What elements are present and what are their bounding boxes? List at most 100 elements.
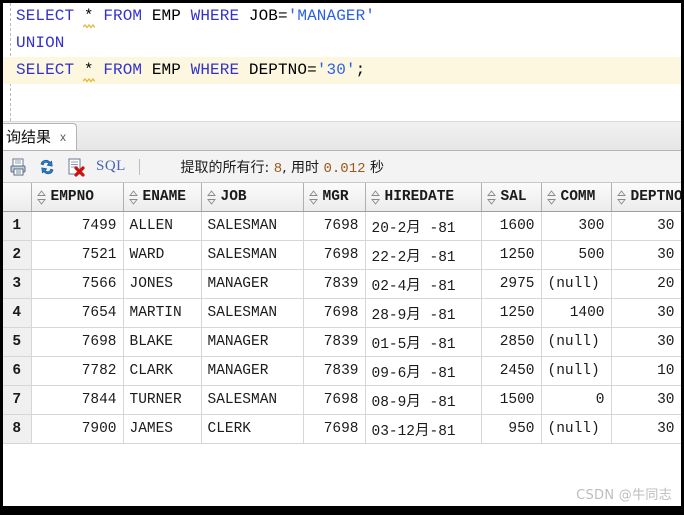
table-row[interactable]: 5 7698 BLAKE MANAGER 7839 01-5月 -81 2850 (null)… [3,327,681,357]
cell-mgr[interactable]: 7839 [303,269,366,299]
row-number[interactable]: 3 [3,269,32,299]
tab-query-result[interactable]: 询结果 x [3,123,78,150]
cell-empno[interactable]: 7900 [31,414,124,444]
table-row[interactable]: 7 7844 TURNER SALESMAN 7698 08-9月 -81 1500 0 30 [3,385,681,415]
cell-sal[interactable]: 950 [481,414,542,444]
row-number[interactable]: 2 [3,240,32,270]
row-number[interactable]: 4 [3,298,32,328]
column-header-hiredate[interactable]: HIREDATE [365,183,482,212]
cell-sal[interactable]: 2975 [481,269,542,299]
cell-comm[interactable]: 500 [541,240,612,270]
cell-hiredate[interactable]: 22-2月 -81 [365,240,482,270]
cell-comm[interactable]: (null) [541,356,612,386]
cell-hiredate[interactable]: 28-9月 -81 [365,298,482,328]
row-number[interactable]: 8 [3,414,32,444]
cell-sal[interactable]: 1600 [481,211,542,241]
column-header-deptno[interactable]: DEPTNO [611,183,681,212]
cell-ename[interactable]: TURNER [123,385,202,415]
column-header-job[interactable]: JOB [201,183,304,212]
cell-deptno[interactable]: 30 [611,414,681,444]
column-header-sal[interactable]: SAL [481,183,542,212]
cell-comm[interactable]: (null) [541,414,612,444]
cell-deptno[interactable]: 10 [611,356,681,386]
cell-job[interactable]: SALESMAN [201,298,304,328]
row-number[interactable]: 5 [3,327,32,357]
code-line[interactable] [3,84,681,111]
cell-hiredate[interactable]: 08-9月 -81 [365,385,482,415]
cell-deptno[interactable]: 30 [611,298,681,328]
result-grid-container[interactable]: EMPNO ENAME JOB MGR HIREDATE SAL COMM DEPTNO 17… [3,183,681,471]
result-grid-body[interactable]: 1 7499 ALLEN SALESMAN 7698 20-2月 -81 1600 300 30… [3,211,681,444]
close-icon[interactable]: x [60,131,66,143]
cell-mgr[interactable]: 7839 [303,356,366,386]
cell-comm[interactable]: (null) [541,269,612,299]
cell-ename[interactable]: JAMES [123,414,202,444]
cell-hiredate[interactable]: 03-12月-81 [365,414,482,444]
column-header-mgr[interactable]: MGR [303,183,366,212]
cell-empno[interactable]: 7698 [31,327,124,357]
cell-sal[interactable]: 1250 [481,298,542,328]
cell-empno[interactable]: 7499 [31,211,124,241]
cell-empno[interactable]: 7844 [31,385,124,415]
refresh-icon[interactable] [36,156,58,178]
column-header-empno[interactable]: EMPNO [31,183,124,212]
cell-comm[interactable]: 0 [541,385,612,415]
cell-empno[interactable]: 7521 [31,240,124,270]
cell-mgr[interactable]: 7698 [303,211,366,241]
table-row[interactable]: 4 7654 MARTIN SALESMAN 7698 28-9月 -81 1250 1400… [3,298,681,328]
column-header-comm[interactable]: COMM [541,183,612,212]
cell-empno[interactable]: 7566 [31,269,124,299]
cell-ename[interactable]: WARD [123,240,202,270]
cell-mgr[interactable]: 7698 [303,414,366,444]
cell-job[interactable]: SALESMAN [201,240,304,270]
cell-comm[interactable]: (null) [541,327,612,357]
cell-hiredate[interactable]: 02-4月 -81 [365,269,482,299]
cell-job[interactable]: MANAGER [201,269,304,299]
cell-job[interactable]: MANAGER [201,327,304,357]
cell-ename[interactable]: ALLEN [123,211,202,241]
code-line[interactable]: SELECT * FROM EMP WHERE JOB='MANAGER' [3,3,681,30]
cell-hiredate[interactable]: 01-5月 -81 [365,327,482,357]
cell-deptno[interactable]: 20 [611,269,681,299]
cell-sal[interactable]: 2850 [481,327,542,357]
cell-job[interactable]: CLERK [201,414,304,444]
row-number[interactable]: 1 [3,211,32,241]
cell-job[interactable]: SALESMAN [201,211,304,241]
cell-deptno[interactable]: 30 [611,240,681,270]
print-icon[interactable] [7,156,29,178]
cell-hiredate[interactable]: 09-6月 -81 [365,356,482,386]
table-row[interactable]: 3 7566 JONES MANAGER 7839 02-4月 -81 2975 (null)… [3,269,681,299]
cell-comm[interactable]: 300 [541,211,612,241]
cell-deptno[interactable]: 30 [611,327,681,357]
cell-ename[interactable]: MARTIN [123,298,202,328]
sql-editor[interactable]: SELECT * FROM EMP WHERE JOB='MANAGER' UNI… [3,3,681,122]
cell-mgr[interactable]: 7698 [303,385,366,415]
cancel-icon[interactable] [65,156,87,178]
cell-mgr[interactable]: 7839 [303,327,366,357]
cell-comm[interactable]: 1400 [541,298,612,328]
cell-hiredate[interactable]: 20-2月 -81 [365,211,482,241]
cell-ename[interactable]: BLAKE [123,327,202,357]
cell-mgr[interactable]: 7698 [303,298,366,328]
cell-job[interactable]: SALESMAN [201,385,304,415]
cell-empno[interactable]: 7782 [31,356,124,386]
row-number[interactable]: 7 [3,385,32,415]
table-row[interactable]: 1 7499 ALLEN SALESMAN 7698 20-2月 -81 1600 300 30 [3,211,681,241]
editor-code-lines[interactable]: SELECT * FROM EMP WHERE JOB='MANAGER' UNI… [3,3,681,111]
cell-sal[interactable]: 1500 [481,385,542,415]
cell-ename[interactable]: CLARK [123,356,202,386]
code-line[interactable]: SELECT * FROM EMP WHERE DEPTNO='30'; [3,57,681,84]
cell-deptno[interactable]: 30 [611,211,681,241]
code-line[interactable]: UNION [3,30,681,57]
column-header-ename[interactable]: ENAME [123,183,202,212]
cell-job[interactable]: MANAGER [201,356,304,386]
table-row[interactable]: 6 7782 CLARK MANAGER 7839 09-6月 -81 2450 (null)… [3,356,681,386]
row-number[interactable]: 6 [3,356,32,386]
cell-mgr[interactable]: 7698 [303,240,366,270]
table-row[interactable]: 8 7900 JAMES CLERK 7698 03-12月-81 950 (null) 30 [3,414,681,444]
toolbar-sql-label[interactable]: SQL [96,158,126,175]
cell-sal[interactable]: 1250 [481,240,542,270]
cell-empno[interactable]: 7654 [31,298,124,328]
cell-sal[interactable]: 2450 [481,356,542,386]
cell-ename[interactable]: JONES [123,269,202,299]
